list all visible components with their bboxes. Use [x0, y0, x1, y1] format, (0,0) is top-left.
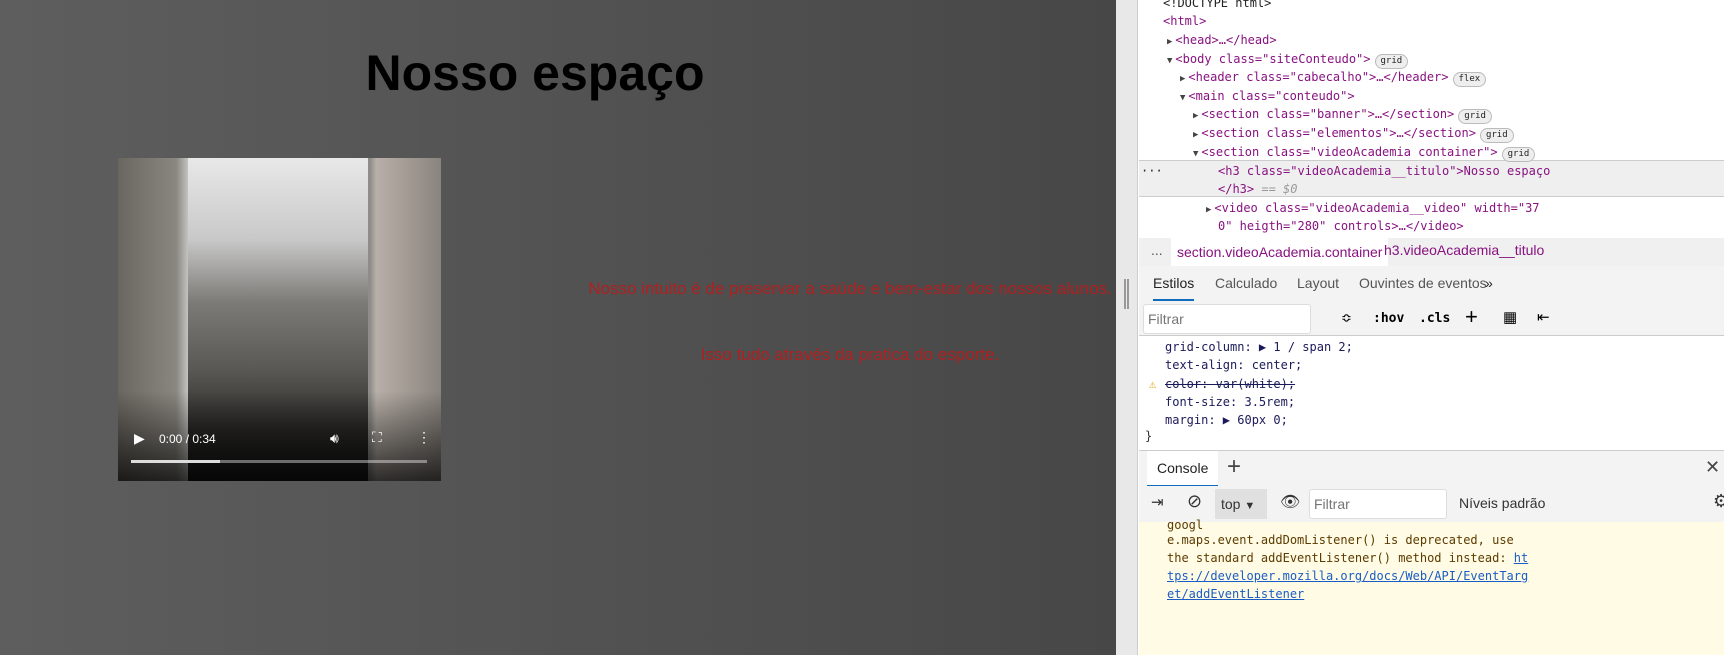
grid-badge[interactable]: grid — [1479, 128, 1514, 143]
expand-icon[interactable]: ▶ — [1193, 111, 1198, 121]
console-filter-input[interactable] — [1309, 489, 1447, 519]
page-title: Nosso espaço — [365, 45, 705, 101]
tab-estilos[interactable]: Estilos — [1153, 275, 1195, 301]
dom-section-elementos-text: <section class="elementos">…</section> — [1201, 126, 1476, 140]
fullscreen-icon[interactable]: ⛶ — [372, 429, 382, 446]
mdn-link[interactable]: et/addEventListener — [1167, 587, 1304, 601]
dropdown-icon: ▼ — [1244, 500, 1256, 512]
gear-icon[interactable]: ⚙ — [1713, 491, 1724, 512]
context-value: top — [1221, 496, 1241, 512]
console-toolbar: ⇥ ⊘ top ▼ 👁︎ Níveis padrão ⚙ — [1139, 486, 1724, 522]
dom-video-cont: 0" heigth="280" controls>…</video> — [1218, 219, 1464, 233]
mdn-link[interactable]: tps://developer.mozilla.org/docs/Web/API… — [1167, 569, 1528, 583]
style-color-invalid[interactable]: color: var(white); — [1165, 375, 1295, 393]
dom-video[interactable]: ▶ <video class="videoAcademia__video" wid… — [1206, 199, 1540, 219]
paint-brush-icon[interactable]: ▦ — [1503, 308, 1517, 326]
dom-section-video-text: <section class="videoAcademia container"… — [1201, 145, 1498, 159]
breadcrumb-more[interactable]: ... — [1151, 242, 1163, 258]
live-expression-icon[interactable]: 👁︎ — [1280, 492, 1300, 512]
dom-main[interactable]: ▼ <main class="conteudo"> — [1180, 87, 1355, 107]
styles-tabs: Estilos Calculado Layout Ouvintes de eve… — [1139, 266, 1724, 302]
hov-button[interactable]: :hov — [1373, 311, 1404, 326]
dom-head-text: <head>…</head> — [1175, 33, 1277, 47]
collapse-icon[interactable]: ▼ — [1193, 149, 1198, 159]
breadcrumb: ... section.videoAcademia.container h3.v… — [1139, 238, 1724, 266]
expand-icon[interactable]: ▶ — [1167, 37, 1172, 47]
grid-badge[interactable]: grid — [1458, 109, 1492, 124]
dom-h3-close[interactable]: </h3> == $0 — [1218, 180, 1297, 198]
dom-h3-selected[interactable]: <h3 class="videoAcademia__titulo">Nosso … — [1218, 162, 1550, 180]
collapse-icon[interactable]: ▼ — [1167, 56, 1172, 66]
msg-line: the standard addEventListener() method i… — [1167, 549, 1528, 567]
layers-icon[interactable]: ≎ — [1341, 310, 1352, 326]
sport-paragraph: Isso tudo através da pratica do esporte. — [700, 345, 1000, 364]
expand-icon[interactable]: ▶ — [1206, 205, 1211, 215]
video-player[interactable]: ▶ 0:00 / 0:34 🔊︎ ⛶ ⋮ — [118, 158, 441, 481]
grid-badge[interactable]: grid — [1374, 54, 1409, 69]
dom-header-text: <header class="cabecalho">…</header> — [1188, 70, 1449, 84]
dom-header[interactable]: ▶ <header class="cabecalho">…</header> fle… — [1180, 68, 1487, 88]
devtools-splitter[interactable] — [1116, 0, 1138, 655]
dom-main-text: <main class="conteudo"> — [1188, 89, 1355, 103]
video-progress-bar[interactable] — [131, 460, 427, 463]
toggle-sidebar-icon[interactable]: ⇤ — [1537, 308, 1550, 326]
tab-layout[interactable]: Layout — [1297, 275, 1339, 291]
intro-paragraph: Nosso intuito é de preservar a saúde e b… — [588, 279, 1112, 298]
dom-section-banner[interactable]: ▶ <section class="banner">…</section> grid — [1193, 105, 1492, 125]
flex-badge[interactable]: flex — [1452, 72, 1487, 87]
play-icon[interactable]: ▶ — [134, 430, 145, 447]
sidebar-toggle-icon[interactable]: ⇥ — [1151, 493, 1164, 511]
mdn-link[interactable]: ht — [1514, 551, 1528, 565]
msg-text: the standard addEventListener() method i… — [1167, 551, 1514, 565]
rule-close-brace: } — [1145, 429, 1153, 443]
video-time: 0:00 / 0:34 — [159, 432, 216, 446]
add-rule-icon[interactable]: + — [1465, 304, 1478, 330]
volume-icon[interactable]: 🔊︎ — [330, 430, 339, 447]
dom-video-text: <video class="videoAcademia__video" widt… — [1214, 201, 1540, 215]
dom-section-banner-text: <section class="banner">…</section> — [1201, 107, 1455, 121]
expand-icon[interactable]: ▶ — [1180, 74, 1185, 84]
dom-selected-marker: == $0 — [1261, 182, 1298, 196]
styles-filter-input[interactable] — [1143, 304, 1311, 334]
add-tab-icon[interactable]: + — [1227, 453, 1241, 481]
msg-line: e.maps.event.addDomListener() is depreca… — [1167, 533, 1514, 547]
dom-section-elementos[interactable]: ▶ <section class="elementos">…</section> g… — [1193, 124, 1514, 144]
dom-section-video[interactable]: ▼ <section class="videoAcademia container… — [1193, 143, 1536, 163]
clear-console-icon[interactable]: ⊘ — [1187, 491, 1202, 512]
dom-html[interactable]: <html> — [1163, 12, 1206, 30]
devtools-panel: <!DOCTYPE html> <html> ▶ <head>…</head> ▼… — [1139, 0, 1724, 655]
expand-icon[interactable]: ▶ — [1193, 130, 1198, 140]
dom-h3-close-text: </h3> — [1218, 182, 1255, 196]
more-tabs-icon[interactable]: » — [1485, 275, 1493, 291]
tab-ouvintes-de-eventos[interactable]: Ouvintes de eventos — [1359, 275, 1487, 291]
cls-button[interactable]: .cls — [1419, 311, 1450, 326]
grid-badge[interactable]: grid — [1501, 147, 1536, 162]
tab-calculado[interactable]: Calculado — [1215, 275, 1277, 291]
collapse-icon[interactable]: ▼ — [1180, 93, 1185, 103]
breadcrumb-section[interactable]: section.videoAcademia.container — [1171, 238, 1389, 266]
style-font-size[interactable]: font-size: 3.5rem; — [1165, 393, 1295, 411]
context-select[interactable]: top ▼ — [1215, 489, 1267, 519]
log-levels-select[interactable]: Níveis padrão — [1459, 495, 1545, 511]
node-actions-icon[interactable]: ··· — [1141, 162, 1163, 180]
style-margin[interactable]: margin: ▶ 60px 0; — [1165, 411, 1288, 429]
webpage-viewport: Nosso espaço ▶ 0:00 / 0:34 🔊︎ ⛶ ⋮ Nosso … — [0, 0, 1116, 655]
close-drawer-icon[interactable]: ✕ — [1705, 457, 1720, 478]
styles-toolbar: ≎ :hov .cls + ▦ ⇤ — [1139, 302, 1724, 336]
more-options-icon[interactable]: ⋮ — [417, 429, 431, 446]
console-warning-message: googl e.maps.event.addDomListener() is d… — [1139, 518, 1724, 655]
dom-head[interactable]: ▶ <head>…</head> — [1167, 31, 1277, 51]
resize-handle[interactable] — [1124, 279, 1129, 309]
style-text-align[interactable]: text-align: center; — [1165, 356, 1302, 374]
dom-body[interactable]: ▼ <body class="siteConteudo"> grid — [1167, 50, 1409, 70]
dom-doctype[interactable]: <!DOCTYPE html> — [1163, 0, 1271, 12]
warning-icon: ⚠ — [1149, 377, 1157, 391]
buffered-fill — [131, 460, 220, 463]
dom-body-text: <body class="siteConteudo"> — [1175, 52, 1371, 66]
tab-console[interactable]: Console — [1147, 451, 1219, 487]
breadcrumb-h3[interactable]: h3.videoAcademia__titulo — [1384, 242, 1544, 258]
drawer-tabs: Console + ✕ — [1139, 450, 1724, 487]
style-grid-column[interactable]: grid-column: ▶ 1 / span 2; — [1165, 338, 1353, 356]
